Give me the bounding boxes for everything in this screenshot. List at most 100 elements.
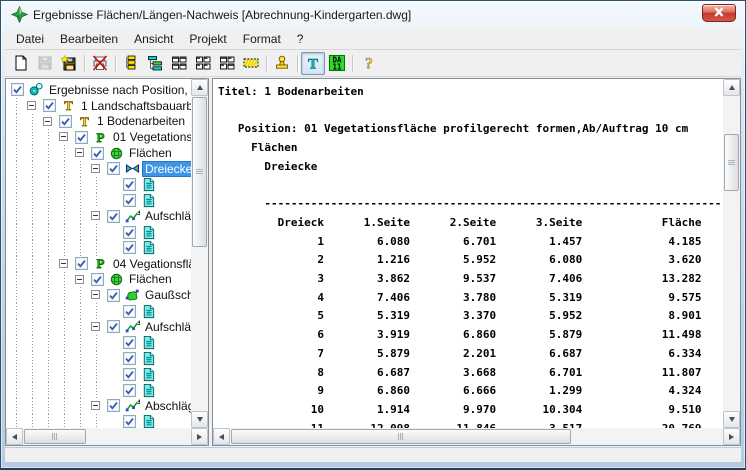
format-text-button[interactable]: T — [301, 52, 325, 75]
menu-bearbeiten[interactable]: Bearbeiten — [52, 29, 126, 49]
tree-collapse-button[interactable] — [24, 98, 40, 114]
help-button[interactable]: ? — [356, 52, 380, 75]
tree-checkbox[interactable] — [56, 114, 75, 130]
scroll-right-button[interactable] — [191, 428, 208, 445]
menu-format[interactable]: Format — [235, 29, 289, 49]
tree-checkbox[interactable] — [88, 272, 107, 288]
tree-item-document[interactable] — [6, 240, 191, 256]
tree-item-label[interactable]: 1 Bodenarbeiten — [94, 114, 188, 128]
save-button[interactable] — [33, 52, 57, 75]
tree-item-document[interactable] — [6, 303, 191, 319]
new-document-button[interactable] — [9, 52, 33, 75]
tree-item-document[interactable] — [6, 177, 191, 193]
tree-checkbox[interactable] — [8, 82, 27, 98]
tree-item-fl-chen[interactable]: Flächen — [6, 145, 191, 161]
tree-checkbox[interactable] — [120, 335, 139, 351]
outline-list-button[interactable] — [119, 52, 143, 75]
tree-item-document[interactable] — [6, 414, 191, 428]
tree-structure-button[interactable] — [143, 52, 167, 75]
arrange-windows-1-button[interactable] — [167, 52, 191, 75]
tree-collapse-button[interactable] — [88, 208, 104, 224]
tree-vertical-scrollbar[interactable] — [191, 79, 208, 428]
tree-item-document[interactable] — [6, 366, 191, 382]
tree-item-label[interactable]: Dreiecke — [142, 161, 191, 177]
select-area-button[interactable] — [239, 52, 263, 75]
delete-printout-button[interactable] — [88, 52, 112, 75]
tree-item-aufschl-ge[interactable]: ±Aufschläge — [6, 208, 191, 224]
report-vertical-scrollbar[interactable] — [723, 79, 740, 428]
tree-checkbox[interactable] — [120, 382, 139, 398]
tree-vscroll-thumb[interactable] — [192, 97, 207, 247]
scroll-down-button[interactable] — [723, 411, 740, 428]
tree-item-label[interactable]: 1 Landschaftsbauarbeiten — [78, 99, 191, 113]
tree-collapse-button[interactable] — [88, 398, 104, 414]
tree-item-fl-chen[interactable]: Flächen — [6, 272, 191, 288]
tree-checkbox[interactable] — [120, 414, 139, 428]
scroll-left-button[interactable] — [6, 428, 23, 445]
tree-checkbox[interactable] — [104, 161, 123, 177]
report-vscroll-thumb[interactable] — [724, 134, 739, 191]
tree-checkbox[interactable] — [104, 287, 123, 303]
report-hscroll-thumb[interactable] — [231, 429, 571, 444]
tree-item-label[interactable]: Aufschläge — [142, 209, 191, 223]
scroll-right-button[interactable] — [723, 428, 740, 445]
tree-checkbox[interactable] — [72, 256, 91, 272]
menu-help[interactable]: ? — [289, 29, 312, 49]
stamp-button[interactable] — [270, 52, 294, 75]
tree-checkbox[interactable] — [120, 224, 139, 240]
tree-collapse-button[interactable] — [72, 272, 88, 288]
tree-item-04-vegationsfl-chen[interactable]: P04 Vegationsflächen — [6, 256, 191, 272]
tree-collapse-button[interactable] — [56, 256, 72, 272]
tree-checkbox[interactable] — [72, 129, 91, 145]
tree-checkbox[interactable] — [104, 208, 123, 224]
tree-collapse-button[interactable] — [72, 145, 88, 161]
scroll-down-button[interactable] — [191, 411, 208, 428]
tree-item-label[interactable]: Gaußsche — [142, 288, 191, 302]
menu-datei[interactable]: Datei — [8, 29, 52, 49]
scroll-up-button[interactable] — [723, 79, 740, 96]
tree-item-abschl-ge[interactable]: ±Abschläge — [6, 398, 191, 414]
arrange-windows-2-button[interactable] — [191, 52, 215, 75]
tree-collapse-button[interactable] — [88, 319, 104, 335]
tree-collapse-button[interactable] — [88, 287, 104, 303]
report-horizontal-scrollbar[interactable] — [213, 428, 740, 445]
tree-item-document[interactable] — [6, 193, 191, 209]
menu-ansicht[interactable]: Ansicht — [126, 29, 181, 49]
menu-projekt[interactable]: Projekt — [181, 29, 234, 49]
tree-item-document[interactable] — [6, 382, 191, 398]
tree-hscroll-thumb[interactable] — [24, 429, 86, 444]
tree-item-document[interactable] — [6, 224, 191, 240]
tree-checkbox[interactable] — [88, 145, 107, 161]
close-button[interactable] — [702, 4, 736, 22]
tree-item-document[interactable] — [6, 351, 191, 367]
tree-item-1-bodenarbeiten[interactable]: T1 Bodenarbeiten — [6, 114, 191, 130]
tree-item-document[interactable] — [6, 335, 191, 351]
scroll-up-button[interactable] — [191, 79, 208, 96]
tree-item-01-vegetationsfl-che[interactable]: P01 Vegetationsfläche — [6, 129, 191, 145]
tree-item-label[interactable]: 04 Vegationsflächen — [110, 257, 191, 271]
tree-checkbox[interactable] — [120, 303, 139, 319]
tree-checkbox[interactable] — [40, 98, 59, 114]
tree-collapse-button[interactable] — [40, 114, 56, 130]
tree-collapse-button[interactable] — [88, 161, 104, 177]
tree-checkbox[interactable] — [120, 351, 139, 367]
arrange-windows-3-button[interactable] — [215, 52, 239, 75]
tree-item-ergebnisse-nach-position-l-n[interactable]: Ergebnisse nach Position, Län — [6, 82, 191, 98]
tree-item-label[interactable]: 01 Vegetationsfläche — [110, 130, 191, 144]
tree-item-label[interactable]: Flächen — [126, 272, 175, 286]
tree-checkbox[interactable] — [104, 398, 123, 414]
tree-item-dreiecke[interactable]: Dreiecke — [6, 161, 191, 177]
tree-item-1-landschaftsbauarbeiten[interactable]: T1 Landschaftsbauarbeiten — [6, 98, 191, 114]
tree-checkbox[interactable] — [104, 319, 123, 335]
tree-checkbox[interactable] — [120, 366, 139, 382]
tree-item-aufschl-ge[interactable]: ±Aufschläge — [6, 319, 191, 335]
tree-collapse-button[interactable] — [56, 129, 72, 145]
tree-checkbox[interactable] — [120, 193, 139, 209]
tree-horizontal-scrollbar[interactable] — [6, 428, 208, 445]
tree-item-label[interactable]: Ergebnisse nach Position, Län — [46, 83, 191, 97]
tree-item-gau-sche[interactable]: Gaußsche — [6, 287, 191, 303]
scroll-left-button[interactable] — [213, 428, 230, 445]
tree-checkbox[interactable] — [120, 240, 139, 256]
tree-item-label[interactable]: Abschläge — [142, 399, 191, 413]
tree-item-label[interactable]: Aufschläge — [142, 320, 191, 334]
